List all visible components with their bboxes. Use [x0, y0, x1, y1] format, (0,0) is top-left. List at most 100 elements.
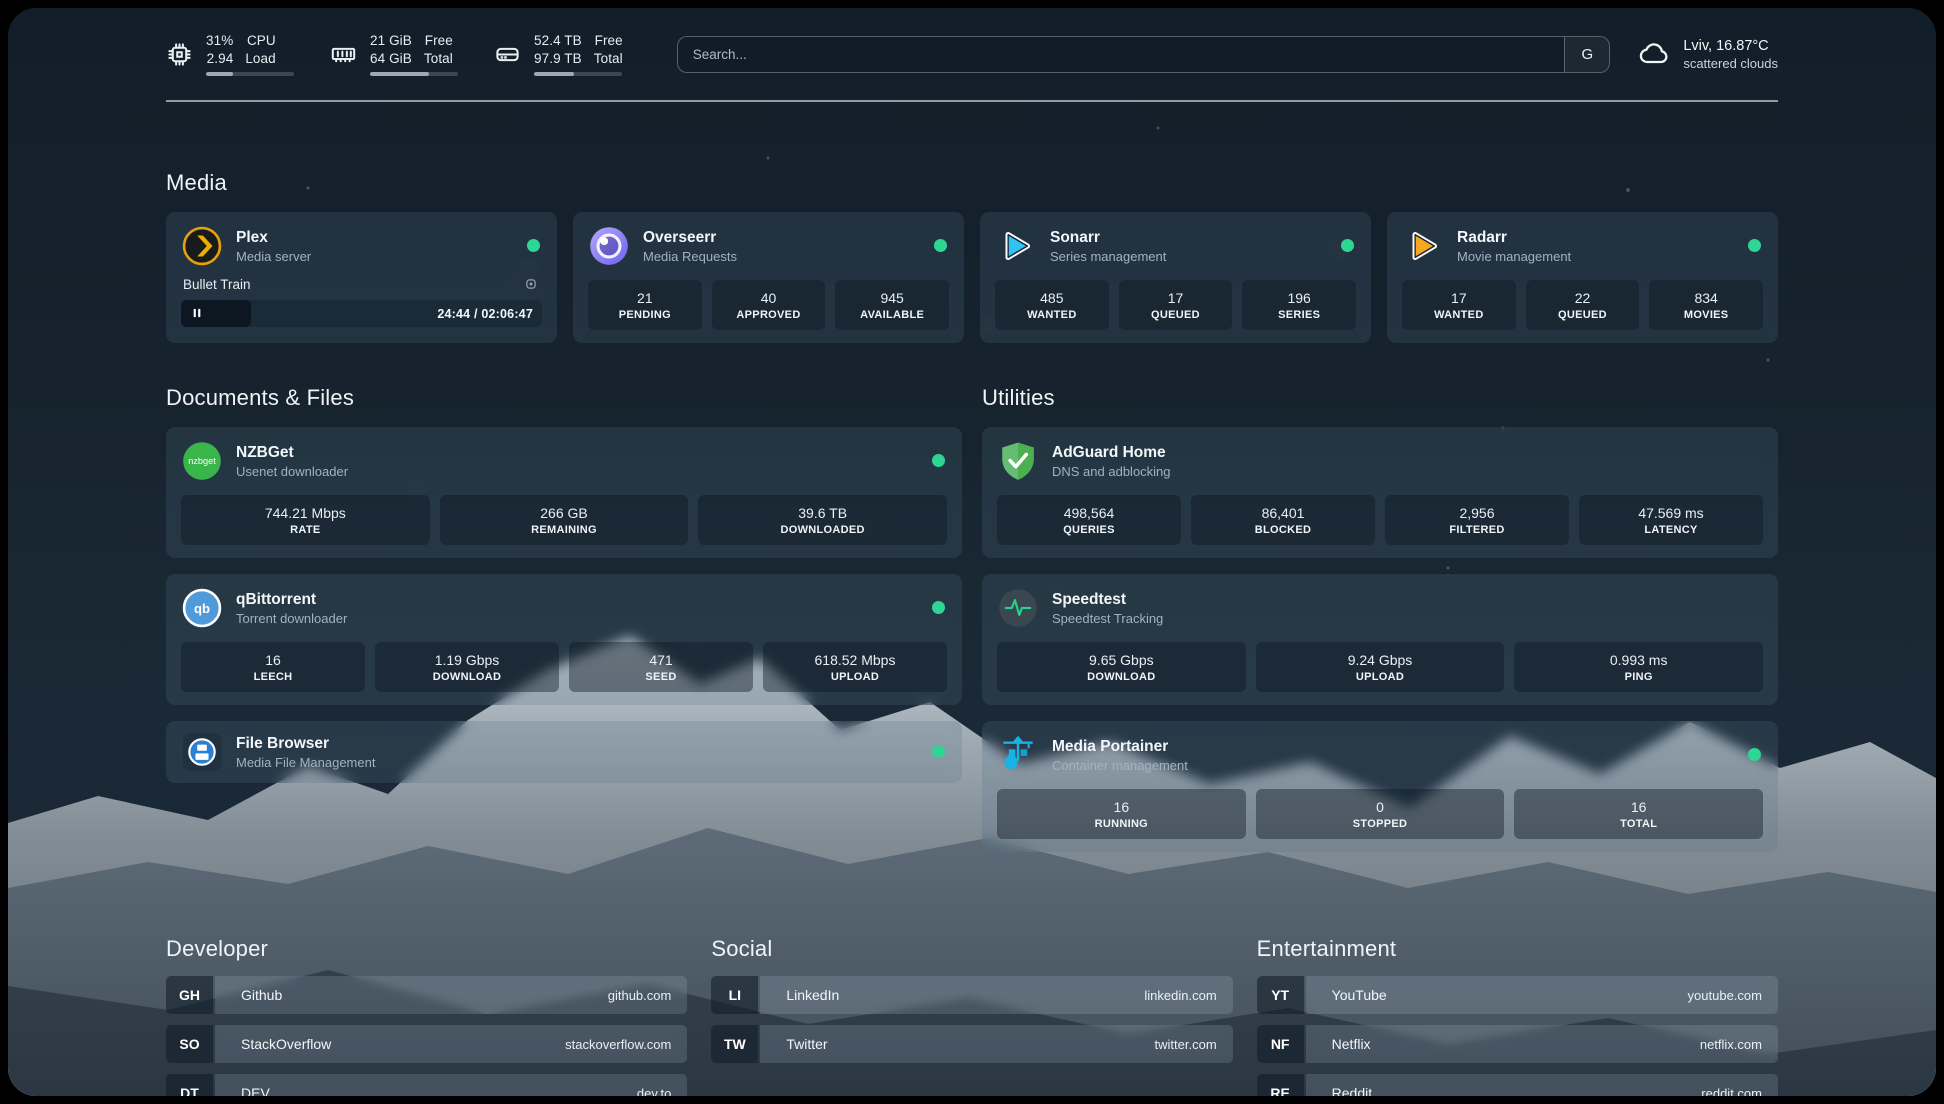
service-card-qbittorrent[interactable]: qb qBittorrent Torrent downloader 16 LEE… [166, 574, 962, 705]
bookmark-url: reddit.com [1701, 1086, 1762, 1096]
stat-value: 17 [1168, 290, 1184, 306]
stat-block: 17 WANTED [1402, 280, 1516, 330]
stat-value: 9.24 Gbps [1348, 652, 1413, 668]
service-name: Plex [236, 228, 311, 247]
weather-location-temp: Lviv, 16.87°C [1683, 37, 1778, 57]
stat-label: UPLOAD [831, 671, 879, 683]
stat-label: DOWNLOAD [1087, 671, 1155, 683]
memory-total-value: 64 GiB [370, 50, 412, 68]
stat-value: 17 [1451, 290, 1467, 306]
cpu-progress-fill [206, 72, 233, 76]
stat-value: 471 [649, 652, 672, 668]
cpu-percent: 31% [206, 32, 233, 50]
service-card-portainer[interactable]: Media Portainer Container management 16 … [982, 721, 1778, 852]
stat-block: 266 GB REMAINING [440, 495, 689, 545]
bookmark-url: linkedin.com [1144, 988, 1216, 1003]
service-description: Series management [1050, 249, 1166, 264]
weather-widget[interactable]: Lviv, 16.87°C scattered clouds [1638, 37, 1778, 72]
search-provider-button[interactable]: G [1564, 37, 1609, 72]
stat-label: WANTED [1027, 309, 1076, 321]
bookmark-twitter[interactable]: TW Twitter twitter.com [711, 1025, 1232, 1063]
stat-block: 1.19 Gbps DOWNLOAD [375, 642, 559, 692]
service-card-adguard[interactable]: AdGuard Home DNS and adblocking 498,564 … [982, 427, 1778, 558]
cpu-progress-bar [206, 72, 294, 76]
cloud-icon [1638, 38, 1670, 70]
stat-label: SEED [645, 671, 676, 683]
stat-label: AVAILABLE [860, 309, 924, 321]
bookmark-abbr: RE [1257, 1074, 1304, 1096]
bookmark-abbr: SO [166, 1025, 213, 1063]
bookmark-abbr: GH [166, 976, 213, 1014]
bookmark-netflix[interactable]: NF Netflix netflix.com [1257, 1025, 1778, 1063]
service-card-radarr[interactable]: Radarr Movie management 17 WANTED 22 QUE… [1387, 212, 1778, 343]
status-dot [1748, 748, 1761, 761]
stat-block: 16 TOTAL [1514, 789, 1763, 839]
weather-condition: scattered clouds [1683, 56, 1778, 71]
stat-value: 834 [1694, 290, 1717, 306]
service-name: qBittorrent [236, 590, 347, 609]
service-description: Media Requests [643, 249, 737, 264]
service-name: NZBGet [236, 443, 348, 462]
stat-block: 9.24 Gbps UPLOAD [1256, 642, 1505, 692]
stat-value: 945 [880, 290, 903, 306]
pause-icon[interactable] [187, 303, 207, 323]
search-input[interactable] [678, 37, 1565, 72]
player-settings-icon[interactable] [522, 275, 540, 293]
plex-now-playing: Bullet Train [181, 273, 542, 327]
stat-value: 40 [761, 290, 777, 306]
plex-icon [181, 225, 223, 267]
now-playing-title: Bullet Train [183, 277, 251, 292]
section-title-developer: Developer [166, 936, 687, 962]
service-card-plex[interactable]: Plex Media server Bullet Train [166, 212, 557, 343]
bookmark-youtube[interactable]: YT YouTube youtube.com [1257, 976, 1778, 1014]
service-name: Media Portainer [1052, 737, 1188, 756]
filebrowser-icon [181, 731, 223, 773]
cpu-load-label: Load [245, 50, 275, 68]
service-card-speedtest[interactable]: Speedtest Speedtest Tracking 9.65 Gbps D… [982, 574, 1778, 705]
bookmark-github[interactable]: GH Github github.com [166, 976, 687, 1014]
disk-free-label: Free [595, 32, 623, 50]
stat-label: UPLOAD [1356, 671, 1404, 683]
stat-value: 16 [1631, 799, 1647, 815]
stat-block: 0 STOPPED [1256, 789, 1505, 839]
bookmark-abbr: TW [711, 1025, 758, 1063]
stat-block: 618.52 Mbps UPLOAD [763, 642, 947, 692]
stat-block: 40 APPROVED [712, 280, 826, 330]
section-title-social: Social [711, 936, 1232, 962]
bookmark-dev[interactable]: DT DEV dev.to [166, 1074, 687, 1096]
stat-value: 2,956 [1459, 505, 1494, 521]
cpu-widget: 31% 2.94 CPU Load [166, 32, 294, 76]
stat-block: 498,564 QUERIES [997, 495, 1181, 545]
stat-block: 2,956 FILTERED [1385, 495, 1569, 545]
bookmark-linkedin[interactable]: LI LinkedIn linkedin.com [711, 976, 1232, 1014]
stat-label: LEECH [254, 671, 293, 683]
bookmark-reddit[interactable]: RE Reddit reddit.com [1257, 1074, 1778, 1096]
cpu-icon [166, 41, 193, 68]
stat-label: BLOCKED [1255, 524, 1312, 536]
service-card-sonarr[interactable]: Sonarr Series management 485 WANTED 17 Q… [980, 212, 1371, 343]
bookmark-stackoverflow[interactable]: SO StackOverflow stackoverflow.com [166, 1025, 687, 1063]
section-title-media: Media [166, 170, 1778, 196]
playback-progress-bar[interactable]: 24:44 / 02:06:47 [181, 300, 542, 327]
svg-text:qb: qb [194, 601, 210, 616]
stat-label: RUNNING [1095, 818, 1148, 830]
stat-label: DOWNLOAD [433, 671, 501, 683]
disk-progress-bar [534, 72, 622, 76]
disk-total-value: 97.9 TB [534, 50, 582, 68]
bookmark-name: YouTube [1332, 987, 1387, 1003]
service-name: Sonarr [1050, 228, 1166, 247]
stat-value: 86,401 [1262, 505, 1305, 521]
disk-progress-fill [534, 72, 574, 76]
stat-label: TOTAL [1620, 818, 1657, 830]
bookmark-abbr: NF [1257, 1025, 1304, 1063]
service-card-nzbget[interactable]: nzbget NZBGet Usenet downloader 744.21 M… [166, 427, 962, 558]
memory-free-value: 21 GiB [370, 32, 412, 50]
stat-value: 16 [265, 652, 281, 668]
service-card-filebrowser[interactable]: File Browser Media File Management [166, 721, 962, 783]
bookmark-name: Reddit [1332, 1085, 1372, 1096]
stat-label: STOPPED [1353, 818, 1407, 830]
topbar-divider [166, 100, 1778, 102]
stat-block: 196 SERIES [1242, 280, 1356, 330]
service-card-overseerr[interactable]: Overseerr Media Requests 21 PENDING 40 A… [573, 212, 964, 343]
stat-value: 22 [1575, 290, 1591, 306]
